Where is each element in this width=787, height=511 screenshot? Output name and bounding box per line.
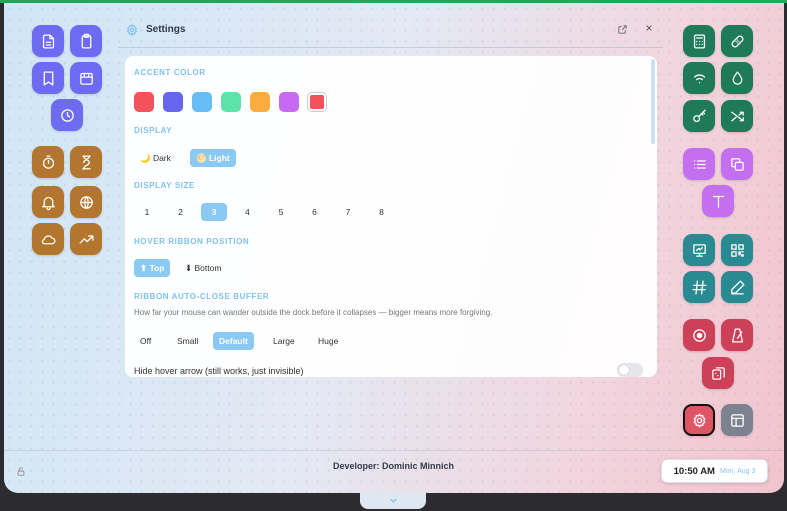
clock-icon[interactable] (51, 99, 83, 131)
cloud-icon[interactable] (32, 223, 64, 255)
popout-icon[interactable] (617, 24, 628, 35)
accent-swatch[interactable] (279, 92, 299, 112)
bandage-icon[interactable] (721, 25, 753, 57)
accent-swatch[interactable] (221, 92, 241, 112)
pen-icon[interactable] (721, 271, 753, 303)
hide-arrow-label: Hide hover arrow (still works, just invi… (134, 366, 304, 376)
clock-time: 10:50 AM (673, 465, 715, 477)
display-size-option[interactable]: 7 (335, 203, 361, 221)
dice-cards-icon[interactable] (702, 357, 734, 389)
text-icon[interactable] (702, 185, 734, 217)
display-light-option[interactable]: 🌕 Light (190, 149, 236, 167)
settings-card: ACCENT COLOR DISPLAY 🌙 Dark 🌕 Light DISP… (125, 56, 657, 377)
accent-swatch[interactable] (192, 92, 212, 112)
buffer-huge-option[interactable]: Huge (312, 332, 344, 350)
autoclose-label: RIBBON AUTO-CLOSE BUFFER (134, 292, 270, 301)
ribbon-bottom-option[interactable]: ⬇ Bottom (179, 259, 227, 277)
autoclose-description: How far your mouse can wander outside th… (134, 308, 493, 317)
hash-icon[interactable] (683, 271, 715, 303)
display-label: DISPLAY (134, 126, 173, 135)
globe-icon[interactable] (70, 186, 102, 218)
display-size-option[interactable]: 6 (302, 203, 328, 221)
chevron-down-icon (389, 498, 397, 503)
stopwatch-icon[interactable] (32, 146, 64, 178)
copy-icon[interactable] (721, 148, 753, 180)
buffer-large-option[interactable]: Large (267, 332, 301, 350)
clock-widget: 10:50 AM Mon, Aug 3 (661, 459, 768, 483)
display-dark-option[interactable]: 🌙 Dark (134, 149, 177, 167)
settings-panel: Settings × ACCENT COLOR DISPLAY 🌙 Dark 🌕… (118, 13, 663, 377)
display-size-label: DISPLAY SIZE (134, 181, 195, 190)
qr-grid-icon[interactable] (721, 234, 753, 266)
ribbon-top-option[interactable]: ⬆ Top (134, 259, 171, 277)
shuffle-icon[interactable] (721, 100, 753, 132)
close-icon[interactable]: × (643, 21, 655, 35)
hide-arrow-toggle[interactable] (617, 363, 643, 377)
buffer-default-option[interactable]: Default (213, 332, 254, 350)
footer-divider (4, 450, 784, 451)
calculator-icon[interactable] (683, 25, 715, 57)
settings-title: Settings (146, 24, 186, 35)
droplet-icon[interactable] (721, 62, 753, 94)
record-icon[interactable] (683, 319, 715, 351)
clipboard-icon[interactable] (70, 25, 102, 57)
buffer-small-option[interactable]: Small (171, 332, 204, 350)
settings-gear-icon (126, 23, 138, 37)
accent-swatch-custom[interactable] (307, 92, 327, 112)
bookmark-icon[interactable] (32, 62, 64, 94)
accent-swatch[interactable] (134, 92, 154, 112)
key-icon[interactable] (683, 100, 715, 132)
trending-up-icon[interactable] (70, 223, 102, 255)
bell-icon[interactable] (32, 186, 64, 218)
display-size-option[interactable]: 8 (369, 203, 395, 221)
display-size-option[interactable]: 5 (268, 203, 294, 221)
accent-swatch[interactable] (250, 92, 270, 112)
layout-icon[interactable] (721, 404, 753, 436)
metronome-icon[interactable] (721, 319, 753, 351)
scrollbar[interactable] (651, 59, 655, 144)
wifi-icon[interactable] (683, 62, 715, 94)
collapse-dock-tab[interactable] (360, 492, 426, 509)
list-icon[interactable] (683, 148, 715, 180)
accent-color-label: ACCENT COLOR (134, 68, 206, 77)
document-icon[interactable] (32, 25, 64, 57)
presentation-icon[interactable] (683, 234, 715, 266)
accent-swatch[interactable] (163, 92, 183, 112)
settings-header: Settings × (118, 13, 663, 48)
display-size-option[interactable]: 2 (168, 203, 194, 221)
display-size-option[interactable]: 4 (235, 203, 261, 221)
hourglass-icon[interactable] (70, 146, 102, 178)
display-size-option[interactable]: 1 (134, 203, 160, 221)
display-size-option[interactable]: 3 (201, 203, 227, 221)
calendar-icon[interactable] (70, 62, 102, 94)
settings-gear-icon[interactable] (683, 404, 715, 436)
buffer-off-option[interactable]: Off (134, 332, 157, 350)
clock-date: Mon, Aug 3 (719, 467, 756, 475)
hover-ribbon-label: HOVER RIBBON POSITION (134, 237, 250, 246)
